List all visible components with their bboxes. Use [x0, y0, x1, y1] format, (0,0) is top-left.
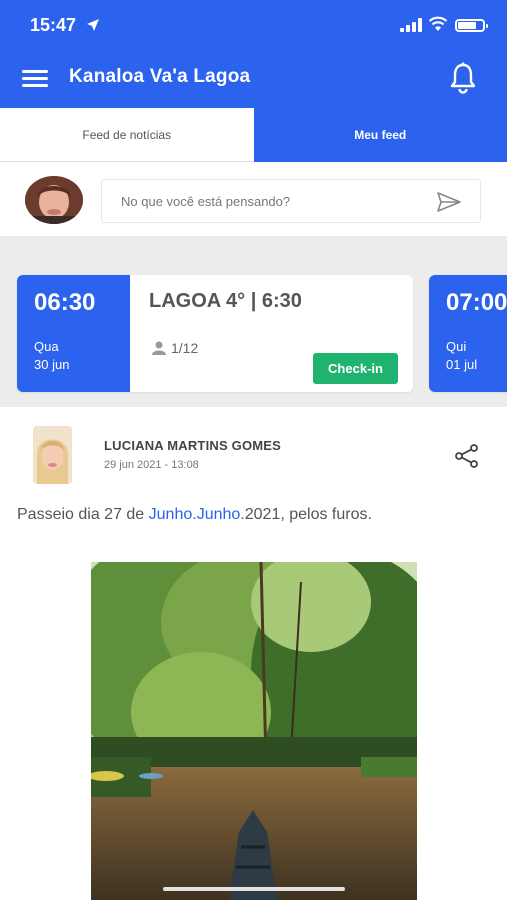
notification-bell-icon[interactable]: [448, 62, 478, 94]
session-time: 06:30: [34, 289, 96, 316]
app-bar: Kanaloa Va'a Lagoa: [0, 52, 507, 108]
session-time: 07:00: [446, 289, 507, 316]
tab-meu-feed[interactable]: Meu feed: [253, 108, 507, 162]
home-indicator: [163, 887, 345, 891]
session-weekday: Qua: [34, 339, 59, 354]
session-count: 1/12: [171, 340, 199, 356]
session-time-block: 06:30 Qua 30 jun: [17, 275, 130, 392]
session-attendance: 1/12: [151, 340, 198, 356]
app-title: Kanaloa Va'a Lagoa: [69, 66, 251, 87]
post-text-end: 2021, pelos furos.: [244, 506, 372, 523]
send-icon[interactable]: [436, 191, 462, 213]
author-avatar[interactable]: [33, 426, 72, 484]
battery-icon: [455, 19, 488, 32]
location-arrow-icon: [87, 19, 99, 31]
menu-icon[interactable]: [22, 69, 48, 89]
session-card[interactable]: 07:00 Qui 01 jul: [429, 275, 507, 392]
composer-placeholder: No que você está pensando?: [121, 194, 291, 209]
session-date: 30 jun: [34, 357, 70, 372]
session-card[interactable]: 06:30 Qua 30 jun LAGOA 4° | 6:30 1/12 Ch…: [17, 275, 413, 392]
post-date: 29 jun 2021 - 13:08: [104, 459, 199, 471]
tab-feed-de-noticias[interactable]: Feed de notícias: [0, 108, 254, 162]
post-link-junho[interactable]: Junho.: [197, 506, 245, 523]
status-time: 15:47: [30, 15, 77, 35]
feed-tabs: Feed de notícias Meu feed: [0, 108, 507, 162]
session-weekday: Qui: [446, 339, 467, 354]
check-in-button[interactable]: Check-in: [313, 353, 398, 384]
post-author[interactable]: LUCIANA MARTINS GOMES: [104, 438, 281, 453]
post-composer: No que você está pensando?: [0, 162, 507, 236]
post-photo[interactable]: [91, 562, 417, 900]
share-icon[interactable]: [454, 443, 480, 469]
session-cards-carousel[interactable]: 06:30 Qua 30 jun LAGOA 4° | 6:30 1/12 Ch…: [0, 270, 507, 396]
post-text: Passeio dia 27 de Junho.Junho.2021, pelo…: [17, 504, 487, 526]
session-title: LAGOA 4° | 6:30: [149, 290, 302, 312]
user-avatar[interactable]: [25, 176, 83, 224]
post-text-start: Passeio dia 27 de: [17, 506, 149, 523]
status-bar: 15:47: [0, 0, 507, 52]
signal-icon: [400, 18, 422, 32]
session-time-block: 07:00 Qui 01 jul: [429, 275, 507, 392]
session-date: 01 jul: [446, 357, 478, 372]
post-link-junho[interactable]: Junho.: [149, 506, 197, 523]
wifi-icon: [428, 16, 448, 31]
composer-input[interactable]: No que você está pensando?: [101, 179, 481, 223]
person-icon: [152, 341, 166, 355]
feed-post: LUCIANA MARTINS GOMES 29 jun 2021 - 13:0…: [0, 407, 507, 900]
